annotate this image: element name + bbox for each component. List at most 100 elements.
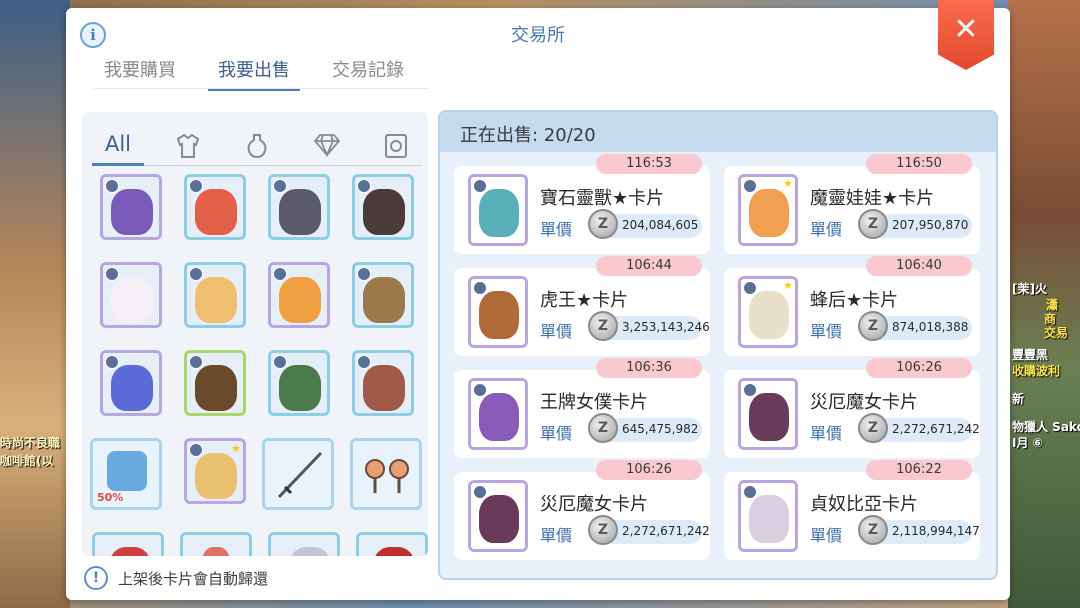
listing-name: 魔靈娃娃★卡片 (810, 188, 935, 209)
armor-icon (176, 133, 199, 158)
unit-price-label: 單價 (540, 220, 573, 239)
tab-buy[interactable]: 我要購買 (94, 56, 186, 91)
inventory-card-slot[interactable] (184, 174, 246, 240)
listing-timer: 106:36 (596, 358, 702, 378)
unit-price-label: 單價 (540, 424, 573, 443)
on-sale-count: 正在出售: 20/20 (460, 125, 596, 146)
inventory-card-slot[interactable] (100, 350, 162, 416)
listing-card[interactable]: 116:50 ★ 魔靈娃娃★卡片 單價 Z 207,950,870 (724, 154, 980, 254)
game-background-left (0, 0, 70, 608)
category-bar: All (92, 128, 422, 166)
listing-card[interactable]: 106:44 虎王★卡片 單價 Z 3,253,143,246 (454, 256, 710, 356)
inventory-slot[interactable] (180, 532, 252, 556)
katana-icon (277, 451, 323, 499)
player-name-label: 新 (1012, 392, 1025, 406)
unit-price-label: 單價 (540, 526, 573, 545)
accessory-icon (365, 459, 409, 493)
potion-icon (247, 134, 267, 159)
price-pill: Z 204,084,605 (588, 209, 702, 239)
listing-name: 災厄魔女卡片 (810, 392, 918, 413)
listing-name: 虎王★卡片 (540, 290, 629, 311)
listing-name: 貞奴比亞卡片 (810, 494, 918, 515)
unit-price-label: 單價 (810, 220, 843, 239)
card-thumbnail (468, 276, 528, 348)
category-all[interactable]: All (92, 128, 144, 166)
npc-name-label: 時尚不良職 (0, 436, 61, 450)
game-background-right (1008, 0, 1080, 608)
inventory-card-slot[interactable] (352, 174, 414, 240)
refine-percent: 50% (97, 491, 124, 504)
listing-name: 王牌女僕卡片 (540, 392, 648, 413)
inventory-card-slot[interactable] (268, 262, 330, 328)
dialog-title: 交易所 (511, 25, 565, 46)
listing-price: 3,253,143,246 (622, 320, 710, 334)
unit-price-label: 單價 (540, 322, 573, 341)
inventory-card-slot[interactable] (184, 350, 246, 416)
listing-timer: 116:53 (596, 154, 702, 174)
listing-card[interactable]: 106:26 災厄魔女卡片 單價 Z 2,272,671,242 (724, 358, 980, 458)
player-name-label: 豐豐黑 (1012, 348, 1049, 362)
listing-name: 災厄魔女卡片 (540, 494, 648, 515)
inventory-grid: 50% ★ (90, 174, 428, 556)
card-thumbnail (738, 378, 798, 450)
inventory-slot[interactable] (92, 532, 164, 556)
listing-timer: 106:22 (866, 460, 972, 480)
price-pill: Z 2,272,671,242 (858, 413, 980, 443)
listing-name: 寶石靈獸★卡片 (540, 188, 665, 209)
inventory-katana-slot[interactable] (262, 438, 334, 510)
price-pill: Z 645,475,982 (588, 413, 702, 443)
price-pill: Z 2,118,994,147 (858, 515, 980, 545)
inventory-card-slot[interactable] (352, 350, 414, 416)
zeny-icon: Z (588, 209, 618, 239)
listing-card[interactable]: 106:22 貞奴比亞卡片 單價 Z 2,118,994,147 (724, 460, 980, 560)
inventory-card-slot[interactable] (184, 262, 246, 328)
zeny-icon: Z (858, 311, 888, 341)
inventory-panel: All 50% ★ (82, 112, 428, 556)
tab-history[interactable]: 交易記錄 (322, 56, 414, 91)
on-sale-panel: 正在出售: 20/20 116:53 寶石靈獸★卡片 單價 Z 204,084,… (438, 110, 998, 580)
inventory-slot[interactable] (356, 532, 428, 556)
card-thumbnail (468, 480, 528, 552)
inventory-card-slot[interactable] (268, 174, 330, 240)
inventory-slot[interactable] (268, 532, 340, 556)
listing-card[interactable]: 116:53 寶石靈獸★卡片 單價 Z 204,084,605 (454, 154, 710, 254)
inventory-card-slot[interactable] (100, 262, 162, 328)
listing-card[interactable]: 106:40 ★ 蜂后★卡片 單價 Z 874,018,388 (724, 256, 980, 356)
gem-icon (313, 134, 340, 158)
inventory-boots-slot[interactable]: 50% (90, 438, 162, 510)
inventory-card-slot[interactable] (352, 262, 414, 328)
close-icon: ✕ (953, 12, 979, 47)
inventory-card-slot[interactable] (268, 350, 330, 416)
price-pill: Z 207,950,870 (858, 209, 972, 239)
unit-price-label: 單價 (810, 424, 843, 443)
listing-price: 207,950,870 (892, 218, 969, 232)
inventory-card-slot[interactable] (100, 174, 162, 240)
card-thumbnail: ★ (738, 276, 798, 348)
unit-price-label: 單價 (810, 322, 843, 341)
category-card[interactable] (370, 128, 422, 166)
zeny-icon: Z (588, 413, 618, 443)
zeny-icon: Z (858, 209, 888, 239)
listing-name: 蜂后★卡片 (810, 290, 899, 311)
card-thumbnail (738, 480, 798, 552)
listing-price: 2,118,994,147 (892, 524, 980, 538)
listing-card[interactable]: 106:36 王牌女僕卡片 單價 Z 645,475,982 (454, 358, 710, 458)
inventory-accessory-slot[interactable] (350, 438, 422, 510)
player-name-label: 收購波利 (1012, 364, 1061, 378)
npc-name-label: 咖啡館(以 (0, 454, 54, 468)
tab-sell[interactable]: 我要出售 (208, 56, 300, 91)
exchange-dialog: i 交易所 ✕ 我要購買 我要出售 交易記錄 All 50% ★ ! 上架後卡片… (66, 0, 1010, 600)
listing-price: 874,018,388 (892, 320, 969, 334)
category-armor[interactable] (162, 128, 214, 166)
zeny-icon: Z (588, 515, 618, 545)
listing-card[interactable]: 106:26 災厄魔女卡片 單價 Z 2,272,671,242 (454, 460, 710, 560)
hint-info-icon: ! (84, 566, 108, 590)
inventory-card-slot[interactable]: ★ (184, 438, 246, 504)
price-pill: Z 3,253,143,246 (588, 311, 710, 341)
hint-text: 上架後卡片會自動歸還 (118, 569, 269, 588)
close-button[interactable]: ✕ (938, 0, 994, 70)
category-potion[interactable] (231, 128, 283, 166)
hint-row: ! 上架後卡片會自動歸還 (84, 566, 268, 590)
category-gem[interactable] (301, 128, 353, 166)
unit-price-label: 單價 (810, 526, 843, 545)
